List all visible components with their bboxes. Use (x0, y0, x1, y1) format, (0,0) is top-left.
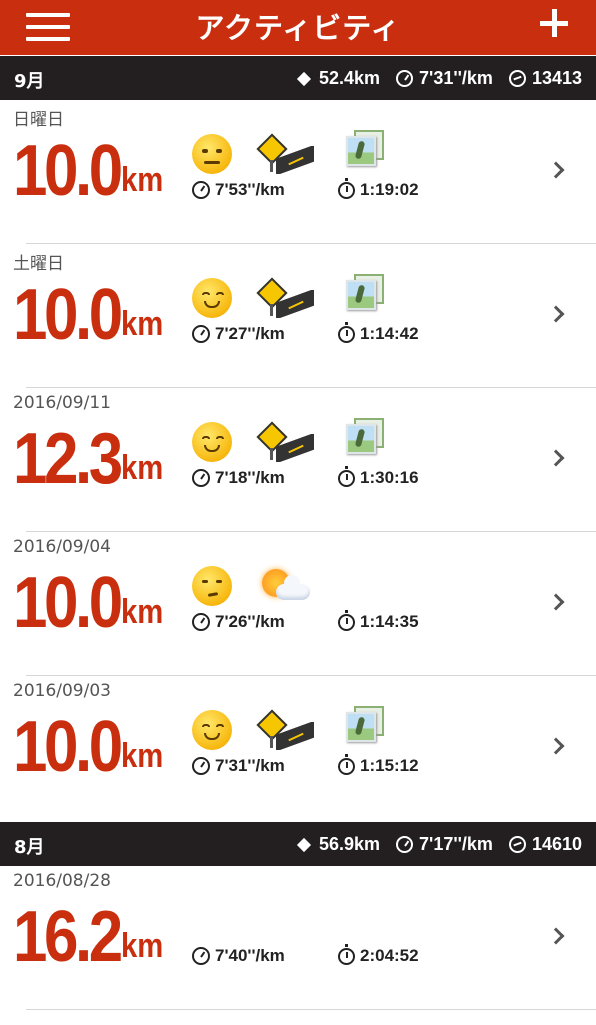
smile-face-icon (192, 422, 232, 462)
distance-icon (296, 837, 312, 852)
pace-icon (396, 70, 414, 87)
meh-face-icon (192, 566, 232, 606)
road-icon (256, 709, 314, 750)
run-date: 2016/09/11 (13, 393, 111, 413)
run-date: 2016/08/28 (13, 871, 111, 891)
run-row[interactable]: 2016/09/04 10.0 km 7'26''/km 1:14:35 (0, 532, 596, 676)
chevron-right-icon[interactable] (547, 305, 565, 323)
month-distance: 52.4km (318, 68, 381, 88)
run-date: 土曜日 (13, 254, 64, 274)
stopwatch-icon (338, 177, 355, 199)
weather-icon (258, 566, 314, 606)
pace-icon (396, 836, 414, 853)
month-fuel: 13413 (531, 68, 582, 88)
month-summary-sep: 9月 52.4km 7'31''/km 13413 (0, 56, 596, 100)
fuel-icon (508, 836, 526, 853)
run-pace: 7'27''/km (192, 324, 285, 344)
stopwatch-icon (338, 465, 355, 487)
run-date: 日曜日 (13, 110, 64, 130)
run-row[interactable]: 日曜日 10.0 km 7'53''/km 1:19:02 (0, 100, 596, 244)
run-distance: 10.0 km (13, 131, 164, 211)
run-pace: 7'26''/km (192, 612, 285, 632)
pace-icon (192, 757, 210, 775)
run-row[interactable]: 土曜日 10.0 km 7'27''/km 1:14:42 (0, 244, 596, 388)
chevron-right-icon[interactable] (547, 593, 565, 611)
run-distance: 16.2 km (13, 897, 164, 977)
divider (26, 1009, 596, 1010)
run-pace: 7'40''/km (192, 946, 285, 966)
stopwatch-icon (338, 609, 355, 631)
run-pace: 7'18''/km (192, 468, 285, 488)
photo-icon (346, 706, 386, 746)
month-pace: 7'17''/km (419, 834, 493, 854)
month-summary-aug: 8月 56.9km 7'17''/km 14610 (0, 822, 596, 866)
run-time: 1:30:16 (338, 465, 419, 488)
road-icon (256, 133, 314, 174)
stopwatch-icon (338, 753, 355, 775)
chevron-right-icon[interactable] (547, 927, 565, 945)
smile-face-icon (192, 278, 232, 318)
neutral-face-icon (192, 134, 232, 174)
pace-icon (192, 469, 210, 487)
month-pace: 7'31''/km (419, 68, 493, 88)
page-title: アクティビティ (195, 11, 401, 45)
add-activity-button[interactable] (540, 9, 568, 37)
run-row[interactable]: 2016/08/28 16.2 km 7'40''/km 2:04:52 (0, 866, 596, 1010)
month-label: 8月 (14, 837, 45, 858)
run-time: 1:15:12 (338, 753, 419, 776)
chevron-right-icon[interactable] (547, 737, 565, 755)
pace-icon (192, 613, 210, 631)
pace-icon (192, 947, 210, 965)
fuel-icon (508, 70, 526, 87)
stopwatch-icon (338, 321, 355, 343)
run-row[interactable]: 2016/09/03 10.0 km 7'31''/km 1:15:12 (0, 676, 596, 820)
chevron-right-icon[interactable] (547, 161, 565, 179)
run-distance: 10.0 km (13, 563, 164, 643)
photo-icon (346, 274, 386, 314)
month-distance: 56.9km (318, 834, 381, 854)
road-icon (256, 277, 314, 318)
pace-icon (192, 325, 210, 343)
run-date: 2016/09/04 (13, 537, 111, 557)
month-fuel: 14610 (531, 834, 582, 854)
run-distance: 10.0 km (13, 275, 164, 355)
chevron-right-icon[interactable] (547, 449, 565, 467)
stopwatch-icon (338, 943, 355, 965)
run-pace: 7'53''/km (192, 180, 285, 200)
run-pace: 7'31''/km (192, 756, 285, 776)
run-date: 2016/09/03 (13, 681, 111, 701)
pace-icon (192, 181, 210, 199)
month-label: 9月 (14, 71, 45, 92)
smile-face-icon (192, 710, 232, 750)
run-time: 1:14:35 (338, 609, 419, 632)
run-row[interactable]: 2016/09/11 12.3 km 7'18''/km 1:30:16 (0, 388, 596, 532)
road-icon (256, 421, 314, 462)
run-time: 2:04:52 (338, 943, 419, 966)
photo-icon (346, 130, 386, 170)
run-time: 1:19:02 (338, 177, 419, 200)
run-time: 1:14:42 (338, 321, 419, 344)
photo-icon (346, 418, 386, 458)
run-distance: 10.0 km (13, 707, 164, 787)
distance-icon (296, 71, 312, 86)
top-bar: アクティビティ (0, 0, 596, 55)
run-distance: 12.3 km (13, 419, 164, 499)
